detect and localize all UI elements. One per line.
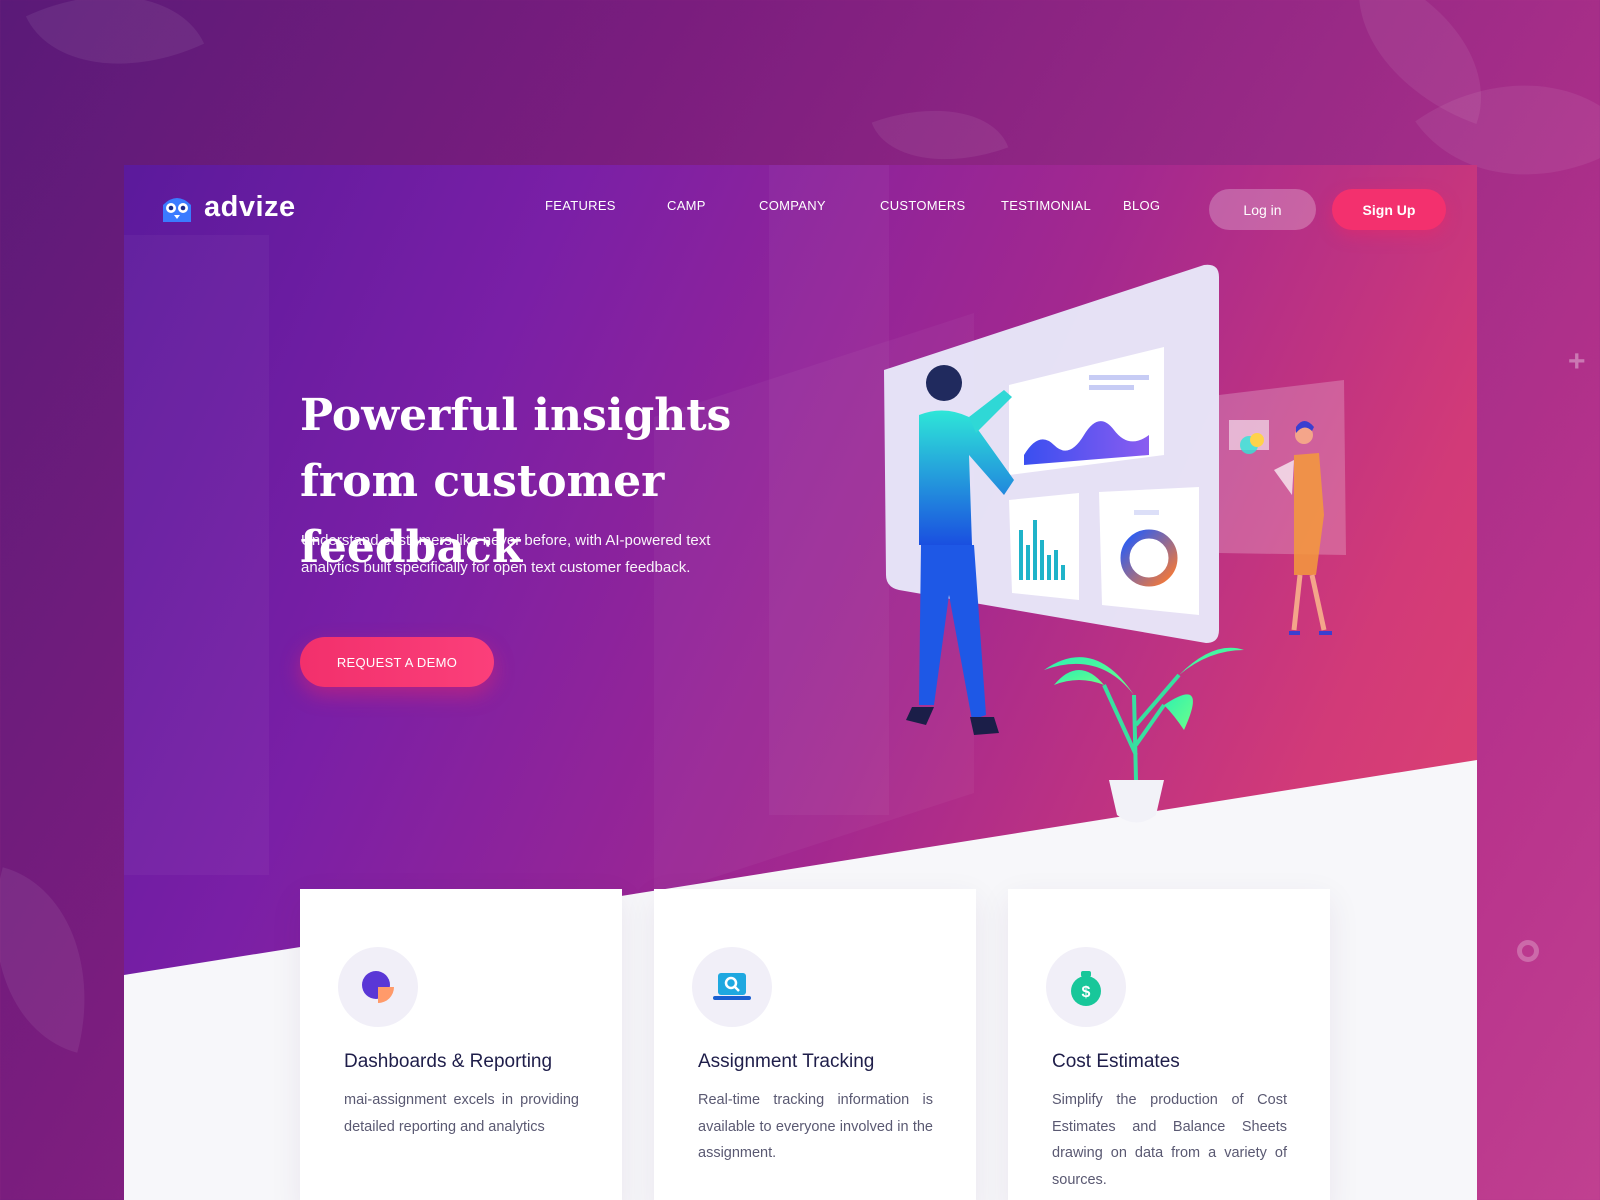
decorative-leaf — [0, 867, 119, 1053]
card-description: Simplify the production of Cost Estimate… — [1052, 1092, 1287, 1188]
decorative-leaf — [25, 0, 205, 108]
laptop-search-icon — [692, 947, 772, 1027]
login-button[interactable]: Log in — [1209, 189, 1316, 230]
brand-name: advize — [204, 191, 296, 223]
signup-button[interactable]: Sign Up — [1332, 189, 1446, 230]
request-demo-button[interactable]: REQUEST A DEMO — [300, 637, 494, 687]
nav-customers[interactable]: CUSTOMERS — [880, 198, 966, 213]
feature-card-assignment[interactable]: Assignment Tracking Real-time tracking i… — [654, 889, 976, 1200]
card-description: mai-assignment excels in providing detai… — [344, 1092, 579, 1135]
hero-illustration — [884, 264, 1346, 823]
card-title: Cost Estimates — [1052, 1051, 1180, 1072]
nav-camp[interactable]: CAMP — [667, 198, 706, 213]
hero-title-line1: Powerful insights — [300, 390, 732, 441]
feature-card-cost[interactable]: $ Cost Estimates Simplify the production… — [1008, 889, 1330, 1200]
owl-logo-icon — [163, 197, 191, 222]
plus-decoration-icon: + — [1568, 345, 1586, 378]
dollar-bag-icon: $ — [1046, 947, 1126, 1027]
nav-blog[interactable]: BLOG — [1123, 198, 1160, 213]
hero-description: Understand customers like never before, … — [301, 532, 711, 576]
card-title: Dashboards & Reporting — [344, 1051, 553, 1072]
landing-frame: advize FEATURES CAMP COMPANY CUSTOMERS T… — [124, 165, 1477, 1200]
feature-card-dashboards[interactable]: Dashboards & Reporting mai-assignment ex… — [300, 889, 622, 1200]
nav-features[interactable]: FEATURES — [545, 198, 616, 213]
brand-logo[interactable]: advize — [160, 191, 296, 224]
pie-chart-icon — [338, 947, 418, 1027]
nav-company[interactable]: COMPANY — [759, 198, 826, 213]
card-title: Assignment Tracking — [698, 1051, 875, 1072]
card-description: Real-time tracking information is availa… — [698, 1092, 933, 1161]
nav-testimonial[interactable]: TESTIMONIAL — [1001, 198, 1091, 213]
svg-text:$: $ — [1082, 984, 1091, 1001]
ring-decoration-icon — [1517, 940, 1539, 962]
